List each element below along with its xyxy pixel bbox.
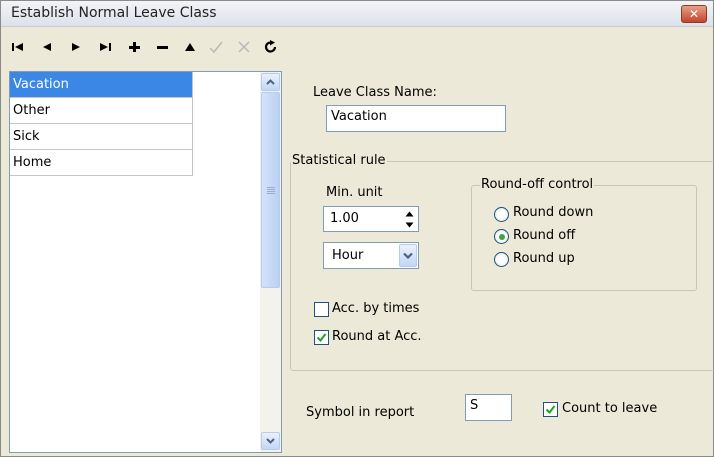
cancel-record-icon[interactable] [233,38,255,56]
edit-record-icon[interactable] [179,38,201,56]
dialog-window: Establish Normal Leave Class ✕ Vacation … [0,0,714,457]
unit-select-value: Hour [332,248,364,263]
scroll-up-button[interactable] [261,73,280,91]
prev-record-icon[interactable] [36,38,58,56]
roundoff-control-caption: Round-off control [480,177,595,192]
navigator-toolbar [1,28,713,68]
min-unit-value: 1.00 [330,211,359,226]
list-item[interactable]: Vacation [10,72,193,98]
round-at-acc-label: Round at Acc. [332,329,422,344]
round-up-radio[interactable] [494,252,509,267]
leave-class-name-input[interactable]: Vacation [326,105,506,132]
count-to-leave-label: Count to leave [562,401,658,416]
min-unit-stepper[interactable]: 1.00 [323,206,419,232]
window-title: Establish Normal Leave Class [11,5,217,21]
add-record-icon[interactable] [123,38,145,56]
next-record-icon[interactable] [65,38,87,56]
title-bar[interactable]: Establish Normal Leave Class ✕ [1,1,713,27]
checkmark-icon [545,405,556,415]
spin-up-icon[interactable] [401,208,417,219]
chevron-down-icon[interactable] [399,244,417,267]
unit-select[interactable]: Hour [323,242,419,269]
last-record-icon[interactable] [94,38,116,56]
round-off-label: Round off [513,228,576,243]
list-item[interactable]: Sick [10,124,193,150]
vertical-scrollbar[interactable] [260,72,281,452]
scroll-thumb[interactable] [261,92,280,288]
acc-by-times-label: Acc. by times [332,301,420,316]
min-unit-label: Min. unit [326,185,383,200]
round-down-label: Round down [513,205,594,220]
refresh-icon[interactable] [260,38,282,56]
round-at-acc-checkbox[interactable] [314,330,329,345]
first-record-icon[interactable] [7,38,29,56]
close-button[interactable]: ✕ [681,5,707,23]
spin-down-icon[interactable] [401,219,417,230]
checkmark-icon [316,333,327,343]
round-down-radio[interactable] [494,207,509,222]
symbol-in-report-label: Symbol in report [306,405,415,420]
delete-record-icon[interactable] [151,38,173,56]
leave-class-name-label: Leave Class Name: [313,85,437,100]
scroll-down-button[interactable] [261,432,280,450]
count-to-leave-checkbox[interactable] [543,402,558,417]
post-record-icon[interactable] [205,38,227,56]
list-item[interactable]: Other [10,98,193,124]
leave-class-list[interactable]: Vacation Other Sick Home [9,71,282,453]
acc-by-times-checkbox[interactable] [314,302,329,317]
list-item[interactable]: Home [10,150,193,176]
statistical-rule-caption: Statistical rule [291,153,387,168]
symbol-input[interactable]: S [465,394,512,421]
round-off-radio[interactable] [494,229,509,244]
round-up-label: Round up [513,251,575,266]
